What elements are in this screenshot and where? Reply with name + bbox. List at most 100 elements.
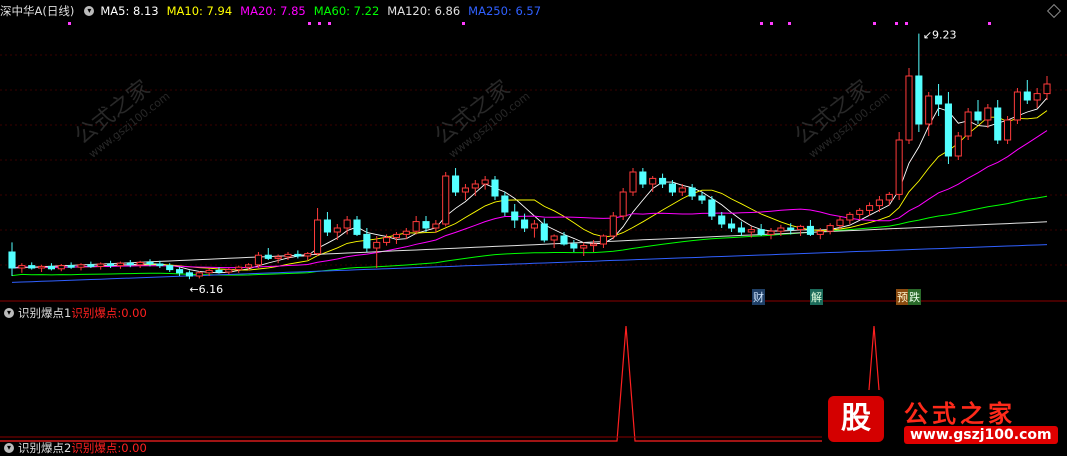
- candle-body: [984, 107, 992, 121]
- event-tag-drop[interactable]: 跌: [908, 289, 921, 305]
- candle-53: [530, 220, 538, 238]
- candle-body: [994, 107, 1002, 141]
- candle-31: [314, 208, 322, 256]
- candle-51: [511, 204, 519, 228]
- candle-body: [195, 272, 203, 277]
- candle-23: [235, 265, 243, 273]
- candle-34: [343, 216, 351, 235]
- candle-body: [333, 227, 341, 233]
- low-price-label: ←6.16: [189, 283, 223, 296]
- indicator2-label: 识别爆点:: [71, 441, 122, 455]
- candle-body: [925, 95, 933, 125]
- candle-85: [846, 212, 854, 224]
- candle-body: [905, 75, 913, 141]
- legend-item-ma5: MA5: 8.13: [100, 4, 159, 18]
- candle-35: [353, 216, 361, 236]
- candle-body: [107, 263, 115, 267]
- candle-86: [856, 208, 864, 220]
- candle-body: [471, 183, 479, 189]
- candle-body: [57, 265, 65, 270]
- candle-body: [363, 233, 371, 249]
- ma250-line: [11, 244, 1048, 283]
- chart-canvas: ←6.16 ↙9.23: [0, 22, 1067, 442]
- candle-body: [944, 103, 952, 157]
- candle-98: [974, 100, 982, 124]
- candle-body: [176, 269, 184, 274]
- legend-item-ma60: MA60: 7.22: [313, 4, 380, 18]
- candle-body: [383, 237, 391, 243]
- candle-body: [136, 261, 144, 266]
- candle-body: [609, 215, 617, 237]
- settings-circle-icon[interactable]: ▾: [84, 6, 95, 16]
- candle-90: [895, 132, 903, 200]
- candle-body: [599, 235, 607, 245]
- candle-body: [18, 265, 26, 269]
- ma10-line: [11, 110, 1048, 271]
- ma120-line: [11, 221, 1048, 269]
- candle-29: [294, 250, 302, 259]
- candle-body: [343, 219, 351, 229]
- event-tag-unlock[interactable]: 解: [810, 289, 823, 305]
- candle-body: [875, 199, 883, 207]
- candle-body: [885, 193, 893, 201]
- legend-item-ma120: MA120: 6.86: [387, 4, 461, 18]
- candle-body: [747, 229, 755, 233]
- candle-body: [225, 269, 233, 273]
- candle-104: [1033, 88, 1041, 108]
- candle-body: [1033, 93, 1041, 101]
- candle-0: [8, 242, 16, 276]
- candle-39: [392, 232, 400, 244]
- candle-73: [728, 218, 736, 232]
- candle-body: [560, 235, 568, 245]
- candle-body: [757, 229, 765, 235]
- candle-body: [866, 205, 874, 211]
- candle-81: [806, 220, 814, 236]
- candle-103: [1023, 80, 1031, 104]
- candle-body: [156, 263, 164, 267]
- event-tag-finance[interactable]: 财: [752, 289, 765, 305]
- candle-body: [1004, 119, 1012, 141]
- indicator1-name: 识别爆点1: [18, 306, 72, 320]
- candle-101: [1004, 116, 1012, 144]
- indicator2-value: 0.00: [121, 441, 147, 455]
- indicator2-toggle-icon[interactable]: ▾: [4, 443, 14, 453]
- candle-74: [737, 221, 745, 236]
- candle-60: [599, 234, 607, 248]
- candle-45: [452, 168, 460, 196]
- indicator1-toggle-icon[interactable]: ▾: [4, 308, 14, 318]
- candle-76: [757, 224, 765, 236]
- legend-item-ma250: MA250: 6.57: [468, 4, 542, 18]
- candle-body: [304, 253, 312, 257]
- indicator1-legend: ▾ 识别爆点1 识别爆点: 0.00: [0, 305, 147, 321]
- candle-17: [176, 267, 184, 276]
- candle-64: [639, 168, 647, 188]
- candle-body: [728, 223, 736, 229]
- candle-body: [708, 199, 716, 217]
- candle-body: [215, 269, 223, 273]
- candle-57: [570, 240, 578, 252]
- candle-30: [304, 252, 312, 260]
- candle-body: [550, 235, 558, 241]
- signal-dot-9: [895, 22, 898, 25]
- candle-48: [481, 176, 489, 190]
- candle-50: [501, 192, 509, 216]
- candle-19: [195, 271, 203, 279]
- candle-body: [767, 230, 775, 235]
- candle-7: [77, 263, 85, 271]
- candle-body: [373, 241, 381, 249]
- candle-61: [609, 212, 617, 240]
- indicator1-value: 0.00: [121, 306, 147, 320]
- candle-body: [452, 175, 460, 193]
- candle-body: [974, 111, 982, 121]
- candle-body: [521, 219, 529, 229]
- candle-body: [718, 215, 726, 225]
- candle-6: [67, 262, 75, 269]
- candle-body: [935, 95, 943, 105]
- candle-32: [323, 212, 331, 236]
- signal-dots: [68, 22, 991, 25]
- candle-46: [461, 184, 469, 200]
- candle-66: [659, 173, 667, 188]
- candle-body: [205, 269, 213, 274]
- candle-body: [659, 177, 667, 185]
- legend-item-ma20: MA20: 7.85: [240, 4, 306, 18]
